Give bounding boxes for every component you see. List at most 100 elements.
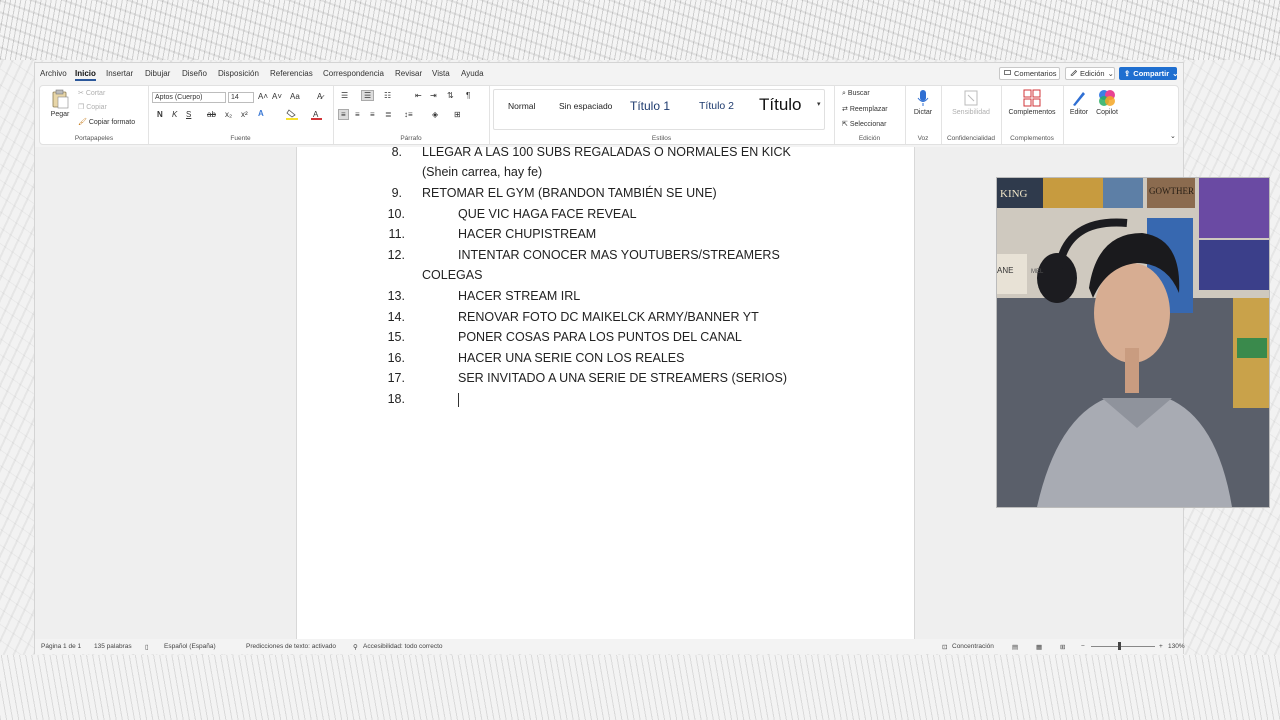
cut-button[interactable]: ✂ Cortar bbox=[78, 89, 105, 97]
list-item-text[interactable]: COLEGAS bbox=[422, 268, 482, 282]
superscript-button[interactable]: x² bbox=[241, 110, 248, 119]
italic-button[interactable]: K bbox=[172, 110, 177, 119]
language-status[interactable]: Español (España) bbox=[164, 643, 216, 650]
underline-button[interactable]: S bbox=[186, 110, 191, 119]
shrink-font-icon[interactable]: A˅ bbox=[272, 92, 282, 101]
web-layout-icon[interactable]: ⊞ bbox=[1060, 643, 1065, 651]
tab-ayuda[interactable]: Ayuda bbox=[461, 69, 484, 78]
list-number: 12. bbox=[387, 248, 405, 262]
scissors-icon: ✂ bbox=[78, 90, 84, 97]
font-size-select[interactable]: 14 bbox=[228, 92, 254, 103]
align-center-icon[interactable]: ≡ bbox=[355, 110, 360, 119]
text-effects-icon[interactable]: A bbox=[258, 109, 264, 118]
tab-revisar[interactable]: Revisar bbox=[395, 69, 422, 78]
document-page[interactable]: 8. LLEGAR A LAS 100 SUBS REGALADAS O NORM… bbox=[296, 147, 915, 639]
list-item-text[interactable]: PONER COSAS PARA LOS PUNTOS DEL CANAL bbox=[458, 330, 742, 344]
line-spacing-icon[interactable]: ↕≡ bbox=[404, 110, 413, 119]
list-item-text[interactable]: HACER CHUPISTREAM bbox=[458, 227, 596, 241]
styles-group-label: Estilos bbox=[651, 135, 672, 142]
tab-insertar[interactable]: Insertar bbox=[106, 69, 133, 78]
microphone-icon bbox=[917, 89, 929, 109]
tab-dibujar[interactable]: Dibujar bbox=[145, 69, 170, 78]
list-item-text[interactable]: RENOVAR FOTO DC MAIKELCK ARMY/BANNER YT bbox=[458, 310, 759, 324]
accessibility-status[interactable]: Accesibilidad: todo correcto bbox=[363, 643, 443, 650]
comments-button[interactable]: Comentarios bbox=[999, 67, 1060, 80]
list-item-text[interactable]: HACER UNA SERIE CON LOS REALES bbox=[458, 351, 684, 365]
style-heading-1[interactable]: Título 1 bbox=[630, 99, 670, 113]
find-button[interactable]: ⌕ Buscar bbox=[842, 90, 870, 98]
proofing-icon[interactable]: ▯ bbox=[145, 643, 149, 651]
collapse-ribbon-icon[interactable]: ⌄ bbox=[1170, 132, 1176, 140]
tab-correspondencia[interactable]: Correspondencia bbox=[323, 69, 384, 78]
text-predictions-status[interactable]: Predicciones de texto: activado bbox=[246, 643, 336, 650]
read-mode-icon[interactable]: ▤ bbox=[1012, 643, 1018, 651]
style-normal[interactable]: Normal bbox=[508, 101, 535, 111]
zoom-slider-thumb[interactable] bbox=[1118, 642, 1121, 650]
zoom-out-icon[interactable]: − bbox=[1081, 643, 1085, 650]
tab-diseno[interactable]: Diseño bbox=[182, 69, 207, 78]
editing-mode-button[interactable]: Edición ⌄ bbox=[1065, 67, 1115, 80]
tab-disposicion[interactable]: Disposición bbox=[218, 69, 259, 78]
editing-mode-label: Edición bbox=[1080, 69, 1105, 78]
tab-inicio[interactable]: Inicio bbox=[75, 69, 96, 81]
increase-indent-icon[interactable]: ⇥ bbox=[430, 91, 437, 100]
list-item-text[interactable]: HACER STREAM IRL bbox=[458, 289, 580, 303]
tab-referencias[interactable]: Referencias bbox=[270, 69, 313, 78]
format-painter-button[interactable]: 🖌 Copiar formato bbox=[78, 118, 135, 126]
borders-icon[interactable]: ⊞ bbox=[454, 110, 461, 119]
font-name-select[interactable]: Aptos (Cuerpo) bbox=[152, 92, 226, 103]
list-item-text[interactable]: QUE VIC HAGA FACE REVEAL bbox=[458, 207, 637, 221]
align-right-icon[interactable]: ≡ bbox=[370, 110, 375, 119]
paste-button[interactable]: Pegar bbox=[49, 89, 71, 118]
share-button[interactable]: ⇪ Compartir ⌄ bbox=[1119, 67, 1178, 80]
addins-button[interactable]: Complementos bbox=[1006, 89, 1058, 116]
sensitivity-button[interactable]: Sensibilidad bbox=[945, 89, 997, 116]
replace-button[interactable]: ⇄ Reemplazar bbox=[842, 105, 888, 113]
font-color-icon[interactable]: A bbox=[311, 109, 322, 122]
styles-more-icon[interactable]: ▾ bbox=[817, 100, 821, 108]
decrease-indent-icon[interactable]: ⇤ bbox=[415, 91, 422, 100]
zoom-level[interactable]: 130% bbox=[1168, 643, 1185, 650]
clear-formatting-icon[interactable]: A̷ bbox=[317, 92, 322, 101]
background-pattern-bottom bbox=[0, 655, 1280, 720]
bold-button[interactable]: N bbox=[157, 110, 163, 119]
tab-archivo[interactable]: Archivo bbox=[40, 69, 67, 78]
subscript-button[interactable]: x₂ bbox=[225, 110, 232, 119]
select-button[interactable]: ⇱ Seleccionar bbox=[842, 120, 886, 128]
search-icon: ⌕ bbox=[842, 90, 846, 97]
pilcrow-icon[interactable]: ¶ bbox=[466, 91, 470, 100]
copilot-button[interactable]: Copilot bbox=[1094, 89, 1120, 116]
strikethrough-button[interactable]: ab bbox=[207, 110, 216, 119]
list-item-text[interactable]: INTENTAR CONOCER MAS YOUTUBERS/STREAMERS bbox=[458, 248, 780, 262]
clipboard-icon bbox=[51, 89, 69, 111]
list-item-text[interactable]: SER INVITADO A UNA SERIE DE STREAMERS (S… bbox=[458, 371, 787, 385]
copy-button[interactable]: ❐ Copiar bbox=[78, 103, 107, 111]
sort-icon[interactable]: ⇅ bbox=[447, 91, 454, 100]
chevron-down-icon: ⌄ bbox=[1107, 69, 1114, 78]
style-title[interactable]: Título bbox=[759, 95, 802, 115]
grow-font-icon[interactable]: A˄ bbox=[258, 92, 268, 101]
list-item-text[interactable]: (Shein carrea, hay fe) bbox=[422, 165, 542, 179]
word-count[interactable]: 135 palabras bbox=[94, 643, 132, 650]
zoom-slider[interactable] bbox=[1091, 646, 1155, 647]
list-item-text[interactable]: RETOMAR EL GYM (BRANDON TAMBIÉN SE UNE) bbox=[422, 186, 717, 200]
editor-button[interactable]: Editor bbox=[1067, 89, 1091, 116]
align-left-icon[interactable]: ≡ bbox=[338, 109, 349, 120]
dictate-button[interactable]: Dictar bbox=[911, 89, 935, 116]
change-case-button[interactable]: Aa bbox=[290, 92, 300, 101]
bullets-icon[interactable]: ☰ bbox=[341, 91, 348, 100]
list-item-text[interactable]: LLEGAR A LAS 100 SUBS REGALADAS O NORMAL… bbox=[422, 147, 791, 159]
tab-vista[interactable]: Vista bbox=[432, 69, 450, 78]
sensitivity-icon bbox=[963, 89, 979, 109]
style-no-spacing[interactable]: Sin espaciado bbox=[559, 101, 612, 111]
page-count[interactable]: Página 1 de 1 bbox=[41, 643, 81, 650]
focus-button[interactable]: Concentración bbox=[952, 643, 994, 650]
style-heading-2[interactable]: Título 2 bbox=[699, 100, 734, 112]
print-layout-icon[interactable]: ▦ bbox=[1036, 643, 1042, 651]
justify-icon[interactable]: ≣ bbox=[385, 110, 392, 119]
numbering-icon[interactable]: ☰ bbox=[361, 90, 375, 101]
multilevel-list-icon[interactable]: ☷ bbox=[384, 91, 391, 100]
highlight-color-icon[interactable] bbox=[286, 109, 298, 122]
shading-icon[interactable]: ◈ bbox=[432, 110, 438, 119]
zoom-in-icon[interactable]: + bbox=[1159, 643, 1163, 650]
